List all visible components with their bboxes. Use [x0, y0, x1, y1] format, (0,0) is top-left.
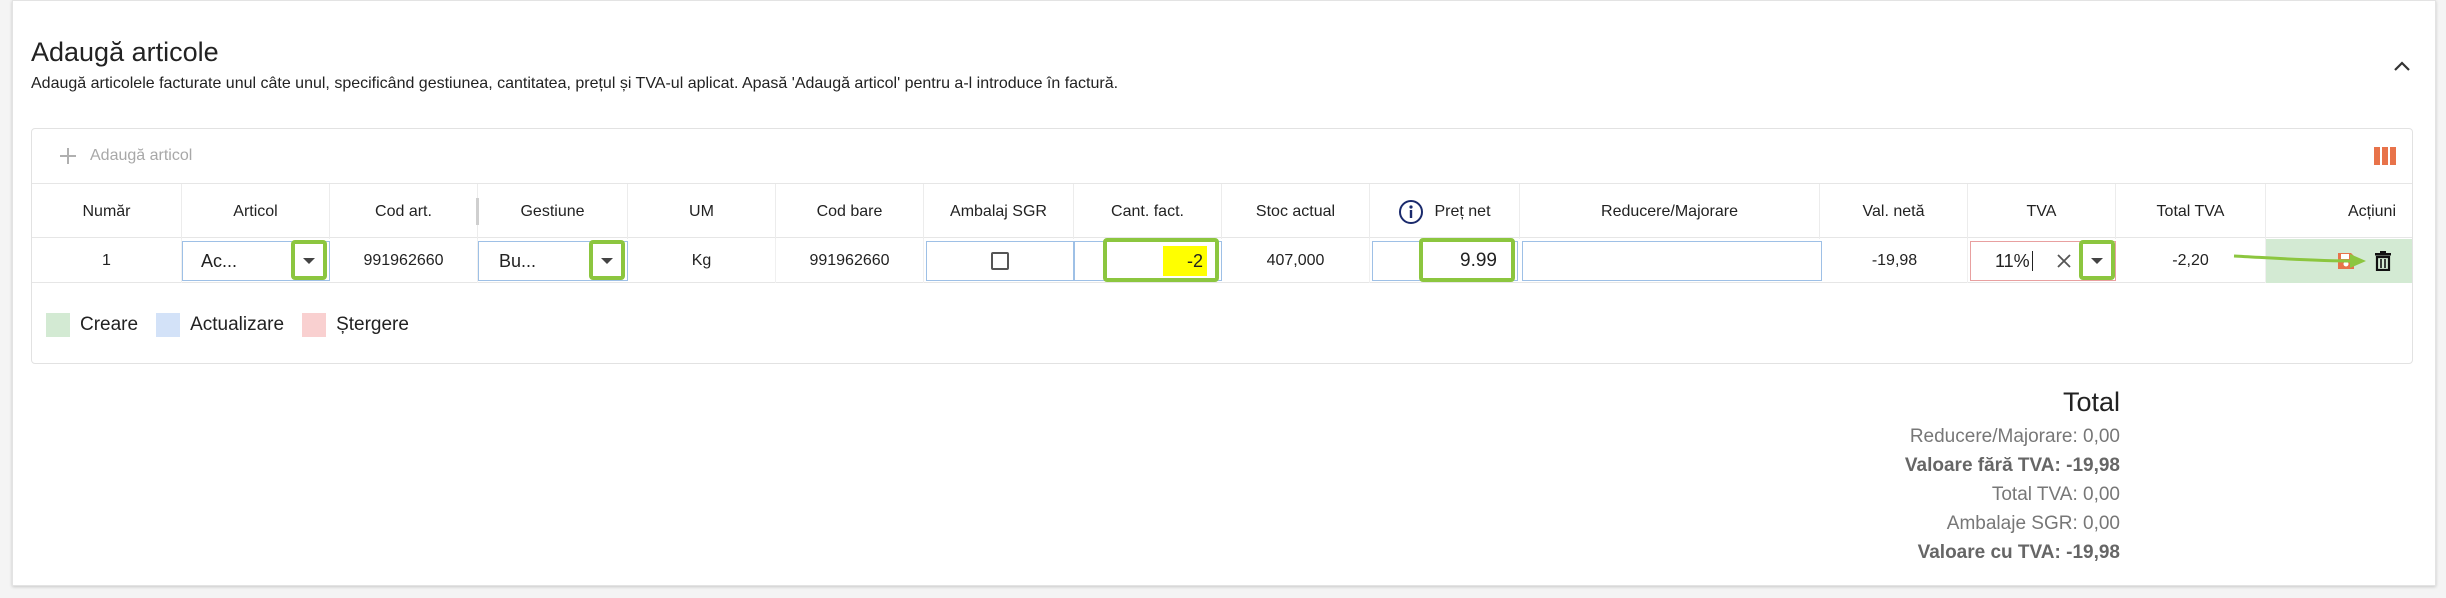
legend: Creare Actualizare Ștergere [46, 313, 409, 337]
table-row: 1 Ac... 991962660 Bu... Kg 991962660 -2 … [32, 238, 2412, 283]
chevron-down-icon [2091, 258, 2103, 264]
section-title: Adaugă articole [31, 37, 219, 67]
col-total-tva[interactable]: Total TVA [2116, 184, 2266, 239]
add-item-label: Adaugă articol [90, 147, 193, 164]
legend-swatch-creare [46, 313, 70, 337]
legend-swatch-actualizare [156, 313, 181, 337]
cell-numar: 1 [32, 239, 182, 283]
gestiune-select[interactable]: Bu... [478, 240, 628, 281]
trash-icon [2375, 251, 2391, 271]
chevron-down-icon [303, 258, 315, 264]
ambalaj-sgr-cell [926, 241, 1074, 281]
col-stoc-actual[interactable]: Stoc actual [1222, 184, 1370, 239]
tva-select[interactable]: 11% [1970, 240, 2116, 281]
info-icon[interactable] [1398, 199, 1424, 225]
annotation-arrow [2233, 254, 2366, 268]
legend-label-creare: Creare [80, 314, 139, 335]
articol-select[interactable]: Ac... [182, 240, 330, 281]
col-articol[interactable]: Articol [182, 184, 330, 239]
cell-um: Kg [628, 239, 776, 283]
legend-swatch-stergere [302, 313, 327, 337]
add-item-button[interactable]: Adaugă articol [58, 141, 192, 171]
tva-dropdown-button[interactable] [2080, 241, 2114, 281]
totals-fara-tva: Valoare fără TVA: -19,98 [1904, 455, 2120, 476]
col-cant-fact[interactable]: Cant. fact. [1074, 184, 1222, 239]
delete-button[interactable] [2374, 251, 2392, 271]
pret-net-input[interactable]: 9.99 [1372, 238, 1518, 282]
col-cod-art[interactable]: Cod art. [330, 184, 478, 239]
col-numar[interactable]: Număr [32, 184, 182, 239]
add-items-panel: Adaugă articole Adaugă articolele factur… [12, 0, 2436, 586]
tva-clear-button[interactable] [2053, 250, 2075, 272]
chevron-down-icon [601, 258, 613, 264]
col-gestiune[interactable]: Gestiune [476, 184, 628, 239]
cell-cod-art: 991962660 [330, 239, 478, 283]
collapse-button[interactable] [2387, 51, 2417, 81]
columns-button[interactable] [2374, 146, 2396, 166]
cell-stoc-actual: 407,000 [1222, 239, 1370, 283]
totals-ambalaje: Ambalaje SGR: 0,00 [1946, 513, 2120, 534]
cant-fact-input[interactable]: -2 [1074, 238, 1222, 282]
col-ambalaj-sgr[interactable]: Ambalaj SGR [924, 184, 1074, 239]
articol-value: Ac... [201, 250, 238, 271]
items-grid: Adaugă articol Număr Articol Cod art. Ge… [31, 128, 2413, 364]
chevron-up-icon [2394, 61, 2410, 71]
totals-total-tva: Total TVA: 0,00 [1991, 484, 2120, 505]
col-gestiune-label: Gestiune [520, 202, 585, 220]
cell-cod-bare: 991962660 [776, 239, 924, 283]
legend-label-stergere: Ștergere [336, 314, 409, 335]
section-description: Adaugă articolele facturate unul câte un… [31, 75, 1119, 92]
gestiune-value: Bu... [499, 250, 537, 271]
totals-summary: Total Reducere/Majorare: 0,00 Valoare fă… [1905, 387, 2120, 567]
col-tva[interactable]: TVA [1968, 184, 2116, 239]
col-reducere[interactable]: Reducere/Majorare [1520, 184, 1820, 239]
cant-fact-green-highlight [1103, 238, 1219, 282]
table-header: Număr Articol Cod art. Gestiune UM Cod b… [32, 183, 2412, 239]
text-caret [2032, 251, 2033, 271]
totals-title: Total [2062, 387, 2120, 417]
totals-cu-tva: Valoare cu TVA: -19,98 [1917, 542, 2120, 563]
clear-icon [2057, 254, 2071, 268]
col-actiuni: Acțiuni [2347, 202, 2396, 220]
tva-value: 11% [1995, 250, 2030, 271]
col-um[interactable]: UM [628, 184, 776, 239]
grid-toolbar: Adaugă articol [32, 129, 2412, 183]
column-resize-handle[interactable] [476, 198, 479, 225]
gestiune-dropdown-button[interactable] [590, 241, 624, 281]
articol-dropdown-button[interactable] [292, 241, 326, 281]
plus-icon [60, 148, 76, 164]
col-val-neta[interactable]: Val. netă [1820, 184, 1968, 239]
totals-reducere: Reducere/Majorare: 0,00 [1909, 426, 2120, 447]
pret-net-green-highlight [1419, 238, 1515, 282]
col-pret-net[interactable]: Preț net [1370, 184, 1520, 239]
cell-val-neta: -19,98 [1822, 239, 1968, 283]
reducere-input[interactable] [1522, 241, 1822, 281]
col-cod-bare[interactable]: Cod bare [776, 184, 924, 239]
legend-label-actualizare: Actualizare [190, 314, 285, 335]
col-pret-net-label: Preț net [1434, 202, 1491, 220]
ambalaj-sgr-checkbox[interactable] [991, 252, 1009, 270]
columns-icon [2374, 147, 2396, 165]
